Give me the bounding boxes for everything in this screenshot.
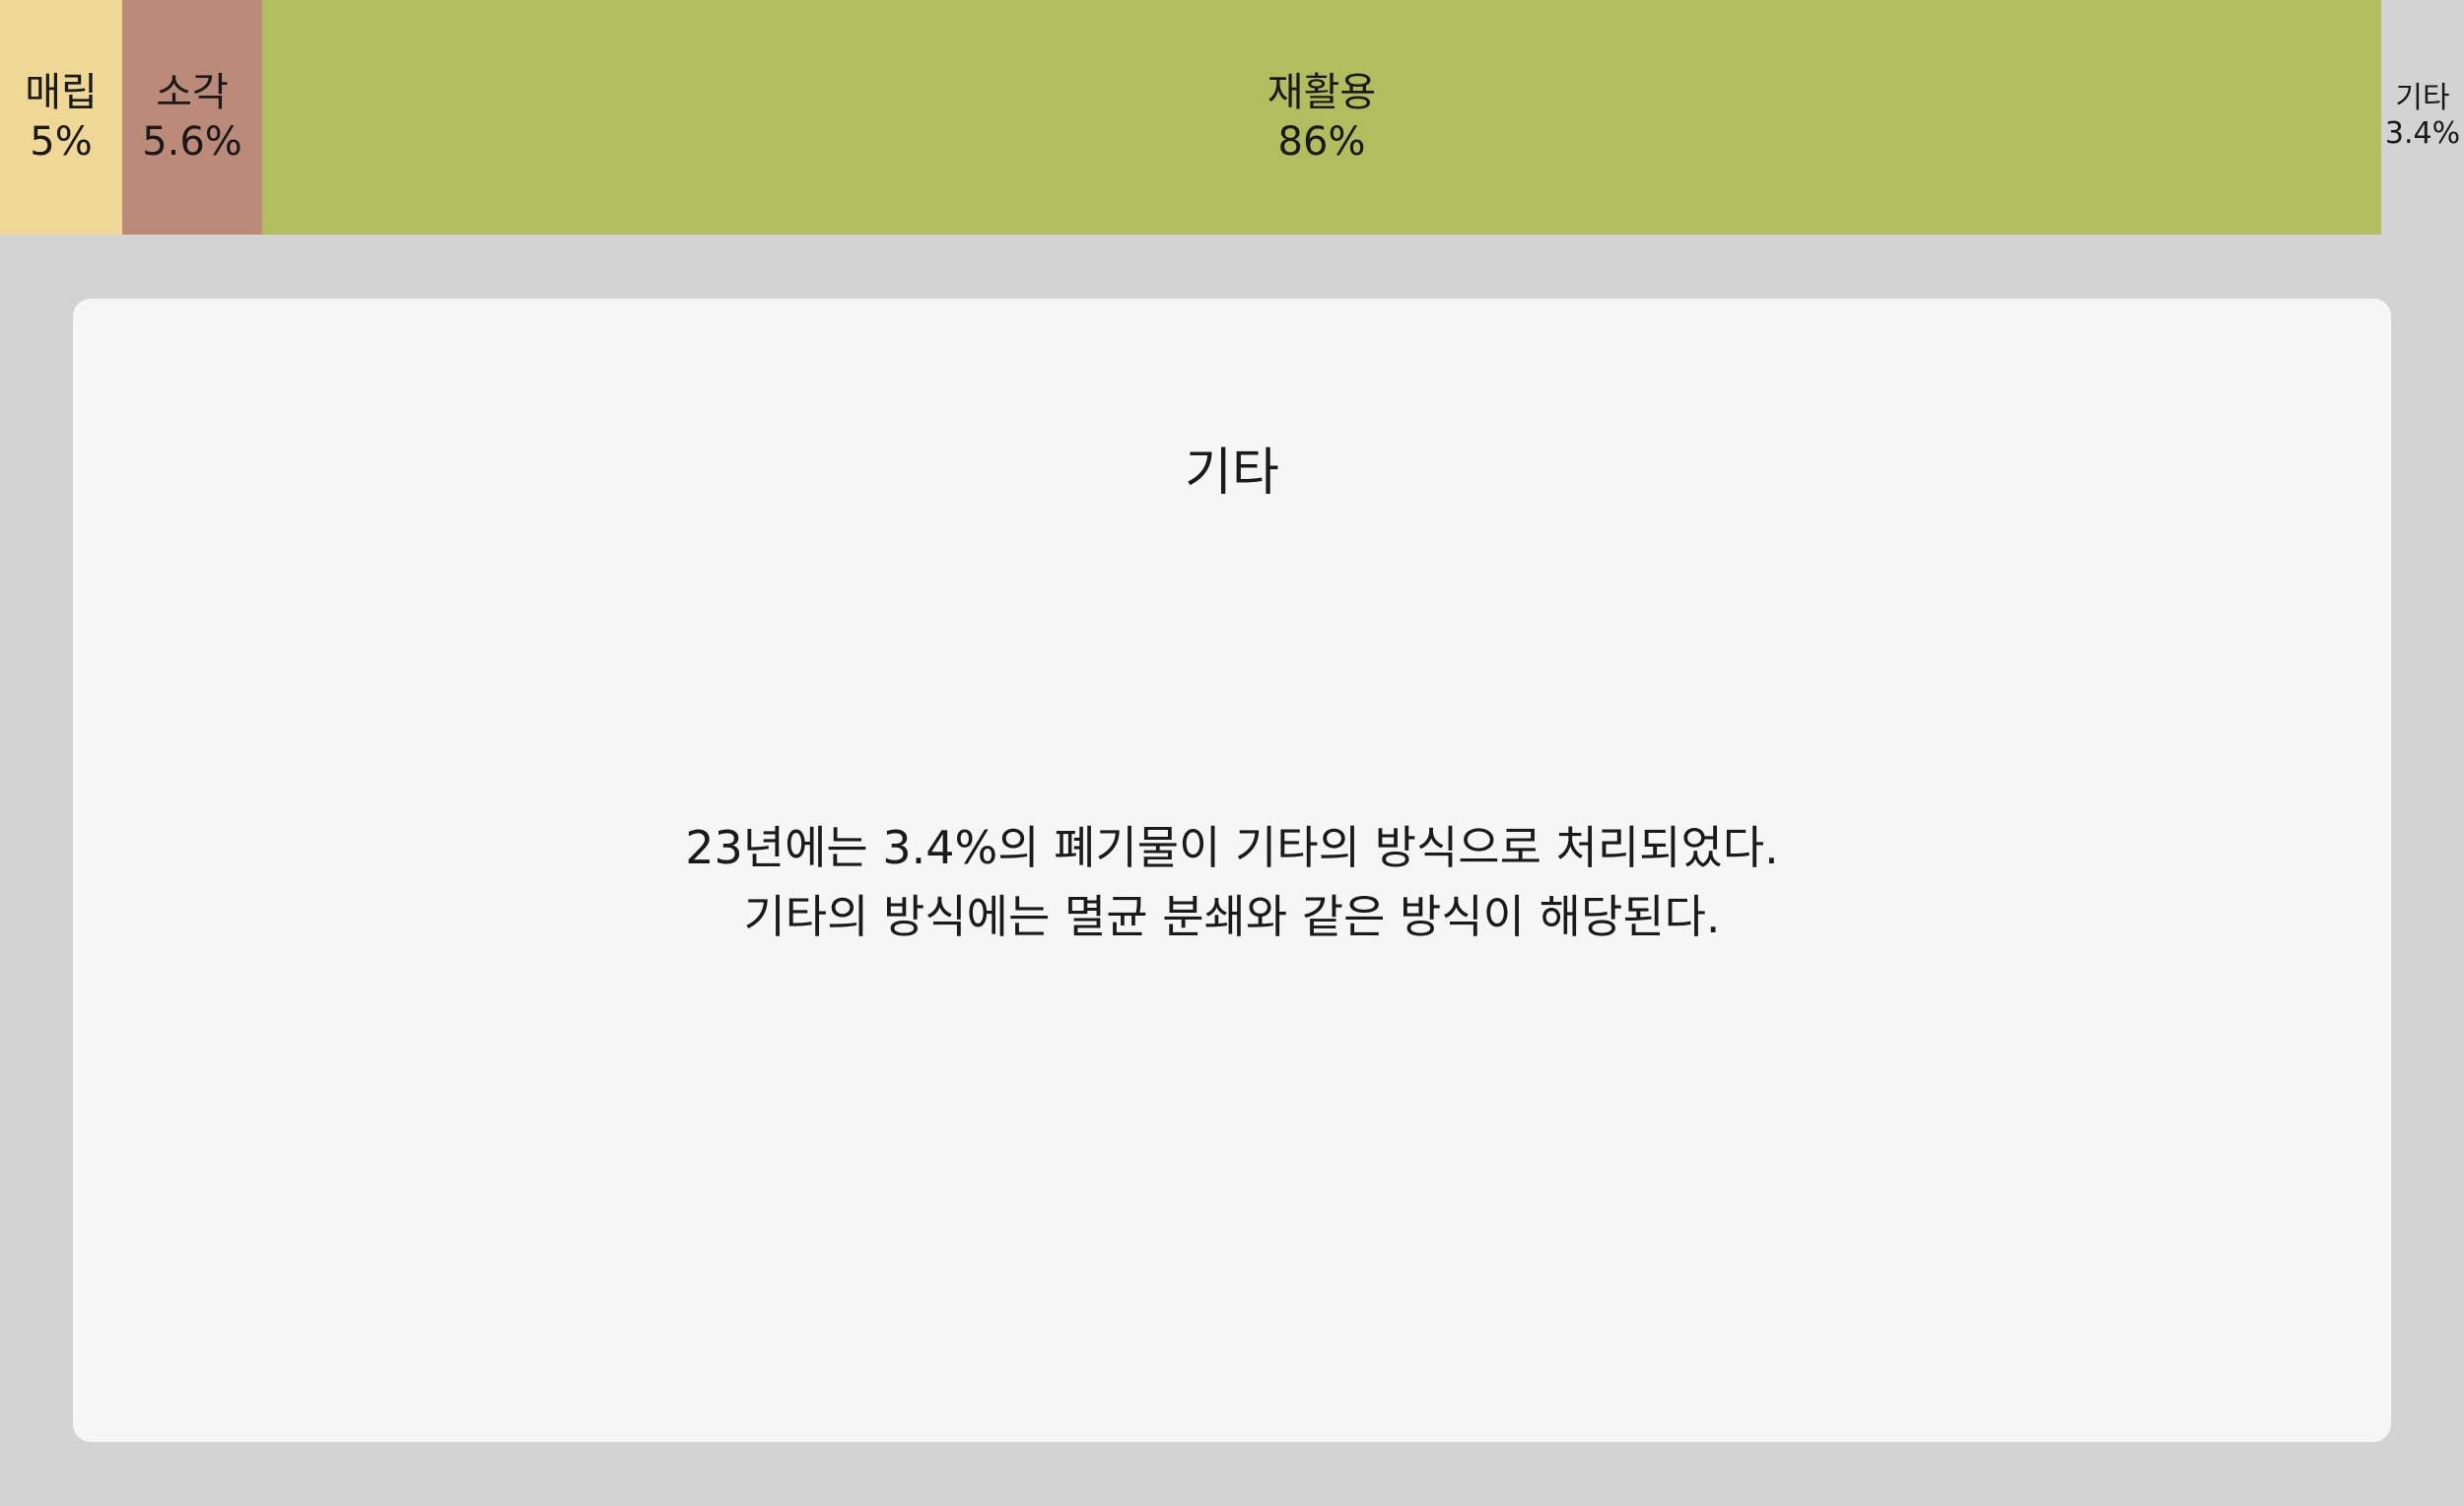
segment-percent: 5% <box>30 119 93 165</box>
detail-line: 기타의 방식에는 멸균 분쇄와 같은 방식이 해당된다. <box>743 890 1721 943</box>
segment-label: 재활용 <box>1266 70 1377 115</box>
detail-line: 23년에는 3.4%의 폐기물이 기타의 방식으로 처리되었다. <box>685 821 1779 874</box>
segment-label: 소각 <box>156 70 229 115</box>
segment-percent: 86% <box>1277 119 1366 165</box>
segment-percent: 5.6% <box>142 119 242 165</box>
segment-label: 매립 <box>25 70 98 115</box>
segment-label: 기타 <box>2395 81 2450 115</box>
detail-description: 23년에는 3.4%의 폐기물이 기타의 방식으로 처리되었다. 기타의 방식에… <box>73 813 2391 951</box>
segment-landfill[interactable]: 매립 5% <box>0 0 122 235</box>
segment-incineration[interactable]: 소각 5.6% <box>122 0 262 235</box>
detail-card: 기타 23년에는 3.4%의 폐기물이 기타의 방식으로 처리되었다. 기타의 … <box>73 299 2391 1442</box>
page: 매립 5% 소각 5.6% 재활용 86% 기타 3.4% 기타 23년에는 3… <box>0 0 2464 1506</box>
segment-other[interactable]: 기타 3.4% <box>2381 0 2464 235</box>
segment-percent: 3.4% <box>2384 116 2461 151</box>
detail-title: 기타 <box>1185 444 1279 503</box>
segment-recycling[interactable]: 재활용 86% <box>262 0 2381 235</box>
waste-treatment-stacked-bar: 매립 5% 소각 5.6% 재활용 86% 기타 3.4% <box>0 0 2464 235</box>
